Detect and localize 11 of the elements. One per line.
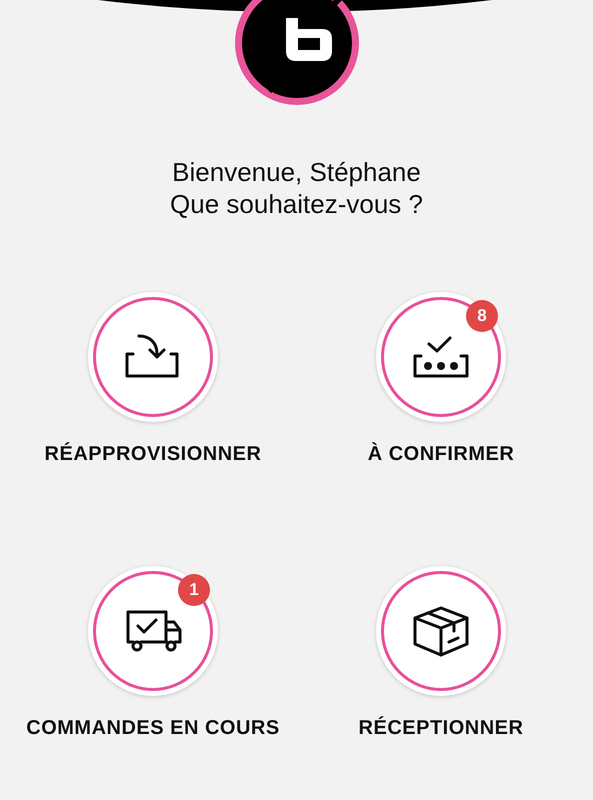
- count-badge: 8: [466, 300, 498, 332]
- action-label: COMMANDES EN COURS: [26, 717, 280, 739]
- count-badge: 1: [178, 574, 210, 606]
- greeting-text: Que souhaitez-vous ?: [170, 188, 423, 220]
- action-label: À CONFIRMER: [368, 443, 514, 465]
- greeting-text: Bienvenue, Stéphane: [172, 156, 421, 188]
- box-icon: [411, 604, 471, 658]
- action-button[interactable]: 8: [376, 292, 506, 422]
- action-button[interactable]: 1: [88, 566, 218, 696]
- action-label: RÉAPPROVISIONNER: [44, 443, 262, 465]
- action-label: RÉCEPTIONNER: [358, 717, 524, 739]
